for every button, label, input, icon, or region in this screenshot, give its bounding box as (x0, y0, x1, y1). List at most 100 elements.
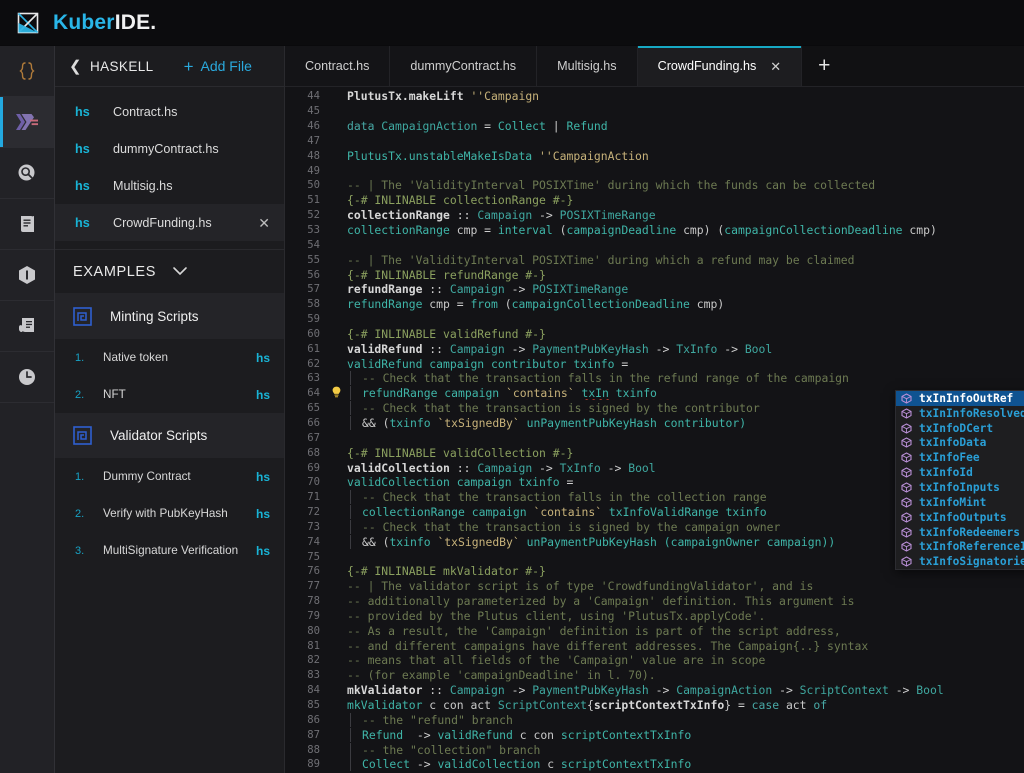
code-line: 87 Refund -> validRefund c con scriptCont… (285, 727, 1024, 742)
code-line: 83 -- (for example 'campaignDeadline' in … (285, 668, 1024, 683)
line-number: 57 (307, 283, 320, 296)
new-tab-button[interactable]: + (802, 46, 847, 86)
autocomplete-item[interactable]: txInfoRedeemers (896, 525, 1024, 540)
tab-dummycontract[interactable]: dummyContract.hs (390, 46, 538, 86)
code-line: 55 -- | The 'ValidityInterval POSIXTime' … (285, 252, 1024, 267)
body-row: ❮ HASKELL + Add File hs Contract.hs hs d… (0, 46, 1024, 773)
line-number: 80 (307, 624, 320, 637)
line-number: 83 (307, 669, 320, 682)
file-name: CrowdFunding.hs (113, 215, 212, 230)
tab-multisig[interactable]: Multisig.hs (537, 46, 638, 86)
close-icon[interactable]: ✕ (258, 216, 270, 230)
autocomplete-label: txInfoFee (919, 451, 980, 465)
examples-section-header[interactable]: EXAMPLES (55, 250, 284, 294)
autocomplete-item-selected[interactable]: txInInfoOutRef :: TxInInfo -> TxOutRef (896, 391, 1024, 406)
plus-icon: + (183, 56, 194, 76)
example-index: 2. (75, 507, 85, 520)
file-list-item-selected[interactable]: hs CrowdFunding.hs ✕ (55, 204, 284, 241)
activity-item-braces[interactable] (0, 46, 54, 97)
code-line: 77 -- | The validator script is of type '… (285, 579, 1024, 594)
example-index: 3. (75, 544, 85, 557)
activity-item-contracts[interactable] (0, 301, 54, 352)
activity-item-scripts[interactable] (0, 199, 54, 250)
file-list-item[interactable]: hs dummyContract.hs (55, 130, 284, 167)
autocomplete-item[interactable]: txInInfoResolved (896, 406, 1024, 421)
autocomplete-item[interactable]: txInfoMint (896, 495, 1024, 510)
examples-group-validator[interactable]: Validator Scripts (55, 413, 284, 458)
code-editor[interactable]: 44 PlutusTx.makeLift ''Campaign 45 46 data… (285, 87, 1024, 773)
struct-field-icon (901, 467, 912, 478)
autocomplete-item[interactable]: txInfoSignatories (896, 554, 1024, 569)
app-brand: KuberIDE. (53, 11, 156, 35)
activity-item-history[interactable] (0, 352, 54, 403)
autocomplete-item[interactable]: txInfoFee (896, 450, 1024, 465)
autocomplete-item[interactable]: txInfoReferenceInputs (896, 539, 1024, 554)
code-line: 47 (285, 134, 1024, 149)
line-number: 81 (307, 639, 320, 652)
autocomplete-label: txInfoMint (919, 495, 987, 509)
line-number: 86 (307, 713, 320, 726)
code-line: 79 -- provided by the Plutus client, usin… (285, 609, 1024, 624)
examples-group-minting[interactable]: Minting Scripts (55, 294, 284, 339)
struct-field-icon (901, 526, 912, 538)
add-file-button[interactable]: + Add File (184, 58, 252, 75)
struct-field-icon (901, 422, 912, 434)
line-number: 89 (307, 758, 320, 771)
line-number: 65 (307, 402, 320, 415)
autocomplete-item[interactable]: txInfoData (896, 436, 1024, 451)
close-icon[interactable]: ✕ (770, 60, 781, 73)
example-item[interactable]: 2. NFT hs (55, 376, 284, 413)
code-line: 78 -- additionally parameterized by a 'Ca… (285, 594, 1024, 609)
example-ext-badge: hs (255, 506, 270, 521)
line-number: 48 (307, 149, 320, 162)
script-badge-icon (73, 307, 92, 326)
file-list-item[interactable]: hs Contract.hs (55, 93, 284, 130)
search-circle-icon (16, 162, 38, 184)
line-number: 84 (307, 684, 320, 697)
example-item[interactable]: 2. Verify with PubKeyHash hs (55, 495, 284, 532)
example-ext-badge: hs (255, 469, 270, 484)
kuber-logo-icon (16, 10, 42, 36)
line-number: 61 (307, 342, 320, 355)
file-list-item[interactable]: hs Multisig.hs (55, 167, 284, 204)
autocomplete-popup[interactable]: txInInfoOutRef :: TxInInfo -> TxOutRef t… (895, 390, 1024, 571)
example-label: MultiSignature Verification (103, 544, 239, 557)
struct-field-icon (901, 408, 912, 419)
line-number: 62 (307, 357, 320, 370)
code-line: 49 (285, 163, 1024, 178)
struct-field-icon (901, 497, 912, 508)
example-item[interactable]: 1. Dummy Contract hs (55, 458, 284, 495)
chevron-down-icon[interactable] (172, 265, 188, 279)
back-to-haskell-button[interactable]: ❮ HASKELL (69, 59, 154, 74)
tab-contract[interactable]: Contract.hs (285, 46, 391, 86)
autocomplete-item[interactable]: txInfoId (896, 465, 1024, 480)
quick-fix-lightbulb-button[interactable] (329, 386, 344, 401)
line-number: 50 (307, 179, 320, 192)
autocomplete-label: txInfoSignatories (919, 555, 1024, 569)
code-line: 84 mkValidator :: Campaign -> PaymentPubK… (285, 683, 1024, 698)
struct-field-icon (901, 541, 912, 552)
line-number: 66 (307, 416, 320, 429)
code-line: 50 -- | The 'ValidityInterval POSIXTime' … (285, 178, 1024, 193)
sidebar-header: ❮ HASKELL + Add File (55, 46, 284, 87)
autocomplete-item[interactable]: txInfoInputs (896, 480, 1024, 495)
example-label: Native token (103, 351, 168, 364)
document-hand-icon (16, 315, 39, 337)
struct-field-icon (901, 452, 912, 463)
line-number: 54 (307, 238, 320, 251)
activity-item-package[interactable] (0, 250, 54, 301)
example-item[interactable]: 1. Native token hs (55, 339, 284, 376)
activity-item-search[interactable] (0, 148, 54, 199)
activity-item-haskell[interactable] (0, 97, 54, 148)
tab-crowdfunding[interactable]: CrowdFunding.hs ✕ (637, 46, 803, 86)
line-number: 53 (307, 224, 320, 237)
autocomplete-item[interactable]: txInfoDCert (896, 421, 1024, 436)
tab-label: dummyContract.hs (410, 59, 517, 73)
explorer-sidebar: ❮ HASKELL + Add File hs Contract.hs hs d… (55, 46, 285, 773)
code-line: 63 -- Check that the transaction falls in… (285, 371, 1024, 386)
tab-label: Contract.hs (305, 59, 370, 73)
autocomplete-item[interactable]: txInfoOutputs (896, 510, 1024, 525)
example-item[interactable]: 3. MultiSignature Verification hs (55, 532, 284, 569)
line-number: 71 (307, 491, 320, 504)
examples-title: EXAMPLES (73, 263, 156, 280)
